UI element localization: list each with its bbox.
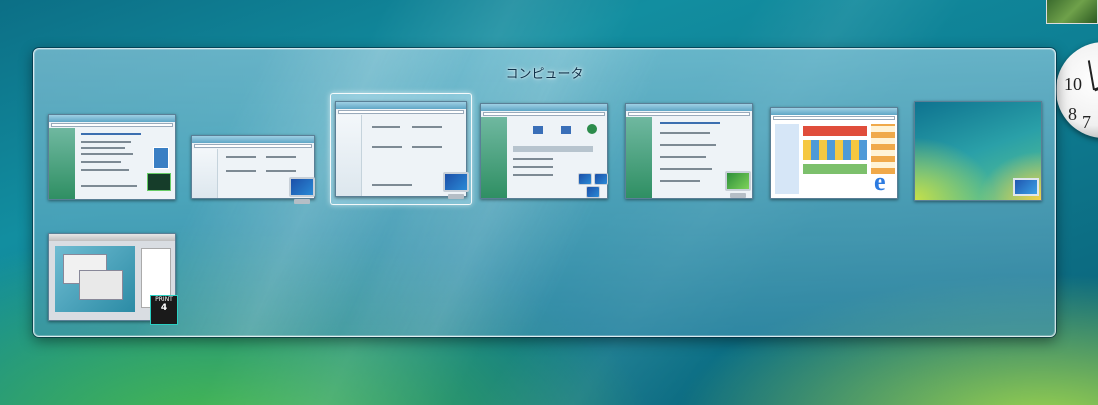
window-preview — [48, 114, 176, 200]
control-panel-icon — [723, 171, 757, 199]
clock-number: 7 — [1082, 112, 1091, 132]
clock-number: 8 — [1068, 104, 1077, 124]
clock-face: 12 1 10 8 7 — [1056, 42, 1098, 138]
internet-explorer-icon: e — [874, 167, 886, 196]
network-icon — [578, 173, 612, 201]
print-badge-number: 4 — [160, 303, 168, 313]
window-thumbnail-selected[interactable] — [330, 93, 472, 205]
gadget-slideshow[interactable] — [1046, 0, 1098, 24]
window-thumbnail[interactable] — [44, 109, 176, 207]
clock-minute-hand — [1087, 60, 1095, 91]
computer-monitor-icon — [285, 177, 319, 205]
print-badge-label: PRINT — [155, 296, 173, 303]
window-thumbnail-desktop[interactable] — [912, 101, 1042, 201]
computer-monitor-icon — [439, 172, 473, 200]
switcher-title: コンピュータ — [505, 67, 584, 82]
print-screen-icon: PRINT 4 — [150, 295, 178, 325]
window-switcher: コンピュータ e PRINT 4 — [33, 48, 1056, 337]
clock-number: 10 — [1064, 74, 1082, 94]
window-thumbnail[interactable] — [189, 131, 319, 229]
window-thumbnail[interactable] — [478, 101, 608, 199]
window-thumbnail[interactable]: PRINT 4 — [46, 233, 178, 331]
window-thumbnail[interactable] — [623, 101, 753, 199]
clock-gadget[interactable]: 12 1 10 8 7 — [1056, 42, 1098, 148]
desktop-preview — [914, 101, 1042, 201]
window-thumbnail[interactable]: e — [768, 101, 898, 199]
